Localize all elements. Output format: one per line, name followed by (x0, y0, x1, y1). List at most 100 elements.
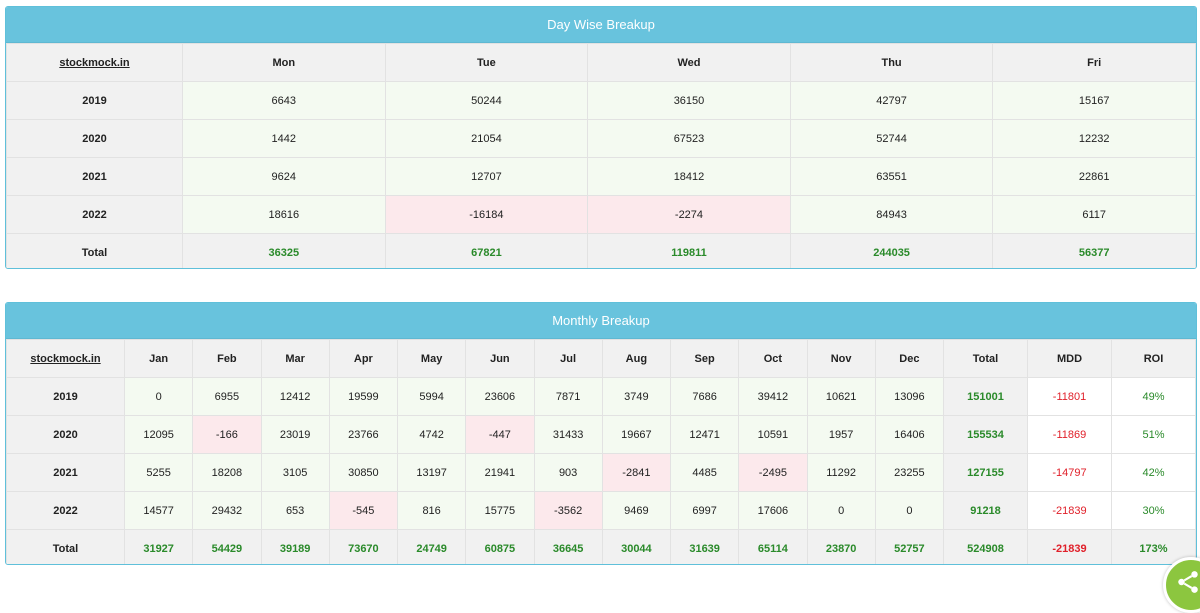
total-cell: 52757 (874, 529, 945, 564)
day-wise-brand-cell: stockmock.in (6, 43, 183, 82)
table-cell: 18616 (182, 195, 386, 234)
row-label: 2021 (6, 157, 183, 196)
total-cell: 524908 (943, 529, 1028, 564)
total-cell: 56377 (992, 233, 1196, 268)
column-header-jul: Jul (533, 339, 603, 378)
day-wise-title: Day Wise Breakup (6, 7, 1196, 43)
column-header-mar: Mar (260, 339, 330, 378)
table-cell: 9469 (601, 491, 672, 530)
total-cell: 36325 (182, 233, 386, 268)
table-cell: 12412 (260, 377, 330, 416)
table-cell: -16184 (384, 195, 589, 234)
total-cell: 244035 (789, 233, 994, 268)
column-header-roi: ROI (1111, 339, 1196, 378)
row-label: 2019 (6, 81, 183, 120)
stockmock-link[interactable]: stockmock.in (59, 57, 129, 69)
day-wise-breakup-card: Day Wise Breakup stockmock.in Mon Tue We… (5, 6, 1197, 269)
monthly-row-2021: 2021 5255 18208 3105 30850 13197 21941 903 -2841… (6, 453, 1196, 492)
table-cell: 23019 (260, 415, 330, 454)
column-header-thu: Thu (789, 43, 994, 82)
total-cell: 60875 (465, 529, 535, 564)
column-header-dec: Dec (874, 339, 945, 378)
table-cell: 29432 (192, 491, 262, 530)
monthly-row-2020: 2020 12095 -166 23019 23766 4742 -447 31433 1966… (6, 415, 1196, 454)
column-header-jun: Jun (465, 339, 535, 378)
table-cell: 21941 (465, 453, 535, 492)
column-header-may: May (396, 339, 467, 378)
table-cell: 6643 (182, 81, 386, 120)
table-cell: -2495 (738, 453, 808, 492)
table-cell: 39412 (738, 377, 808, 416)
table-cell: 21054 (384, 119, 589, 158)
table-cell: 51% (1111, 415, 1196, 454)
day-wise-row-2022: 2022 18616 -16184 -2274 84943 6117 (6, 195, 1196, 234)
share-button[interactable] (1163, 557, 1200, 613)
table-cell: 9624 (182, 157, 386, 196)
table-cell: 10621 (806, 377, 876, 416)
total-cell: 31927 (123, 529, 194, 564)
table-cell: 36150 (587, 81, 791, 120)
monthly-row-2022: 2022 14577 29432 653 -545 816 15775 -3562 9469 69… (6, 491, 1196, 530)
table-cell: 49% (1111, 377, 1196, 416)
table-cell: 15167 (992, 81, 1196, 120)
total-cell: 65114 (738, 529, 808, 564)
total-label: Total (6, 233, 183, 268)
monthly-header-row: stockmock.in Jan Feb Mar Apr May Jun Jul Aug Sep… (6, 339, 1196, 378)
table-cell: 3105 (260, 453, 330, 492)
table-cell: 12471 (669, 415, 740, 454)
monthly-breakup-card: Monthly Breakup stockmock.in Jan Feb Mar Ap… (5, 302, 1197, 565)
day-wise-row-2020: 2020 1442 21054 67523 52744 12232 (6, 119, 1196, 158)
table-cell: -11801 (1027, 377, 1112, 416)
total-cell: 39189 (260, 529, 330, 564)
table-cell: 3749 (601, 377, 672, 416)
table-cell: 0 (806, 491, 876, 530)
stockmock-link[interactable]: stockmock.in (30, 353, 100, 365)
table-cell: 127155 (943, 453, 1028, 492)
table-cell: 155534 (943, 415, 1028, 454)
table-cell: -2841 (601, 453, 672, 492)
table-cell: 19599 (328, 377, 399, 416)
table-cell: 0 (123, 377, 194, 416)
total-cell: -21839 (1027, 529, 1112, 564)
column-header-feb: Feb (192, 339, 262, 378)
table-cell: 91218 (943, 491, 1028, 530)
table-cell: 12095 (123, 415, 194, 454)
column-header-oct: Oct (738, 339, 808, 378)
table-cell: 42797 (789, 81, 994, 120)
table-cell: 17606 (738, 491, 808, 530)
table-cell: 18208 (192, 453, 262, 492)
table-cell: 5994 (396, 377, 467, 416)
table-cell: 151001 (943, 377, 1028, 416)
table-cell: 1442 (182, 119, 386, 158)
total-cell: 30044 (601, 529, 672, 564)
table-cell: 42% (1111, 453, 1196, 492)
column-header-fri: Fri (992, 43, 1196, 82)
table-cell: 18412 (587, 157, 791, 196)
table-cell: 23766 (328, 415, 399, 454)
column-header-total: Total (943, 339, 1028, 378)
table-cell: 7686 (669, 377, 740, 416)
day-wise-header-row: stockmock.in Mon Tue Wed Thu Fri (6, 43, 1196, 82)
total-cell: 31639 (669, 529, 740, 564)
column-header-jan: Jan (123, 339, 194, 378)
table-cell: 13197 (396, 453, 467, 492)
total-cell: 36645 (533, 529, 603, 564)
table-cell: 15775 (465, 491, 535, 530)
table-cell: 30850 (328, 453, 399, 492)
table-cell: 6117 (992, 195, 1196, 234)
total-cell: 24749 (396, 529, 467, 564)
column-header-apr: Apr (328, 339, 399, 378)
table-cell: 12707 (384, 157, 589, 196)
row-label: 2020 (6, 119, 183, 158)
day-wise-row-2019: 2019 6643 50244 36150 42797 15167 (6, 81, 1196, 120)
table-cell: 67523 (587, 119, 791, 158)
table-cell: 30% (1111, 491, 1196, 530)
total-cell: 23870 (806, 529, 876, 564)
total-cell: 67821 (384, 233, 589, 268)
day-wise-total-row: Total 36325 67821 119811 244035 56377 (6, 233, 1196, 268)
table-cell: -21839 (1027, 491, 1112, 530)
table-cell: 31433 (533, 415, 603, 454)
table-cell: 653 (260, 491, 330, 530)
table-cell: 50244 (384, 81, 589, 120)
total-cell: 54429 (192, 529, 262, 564)
